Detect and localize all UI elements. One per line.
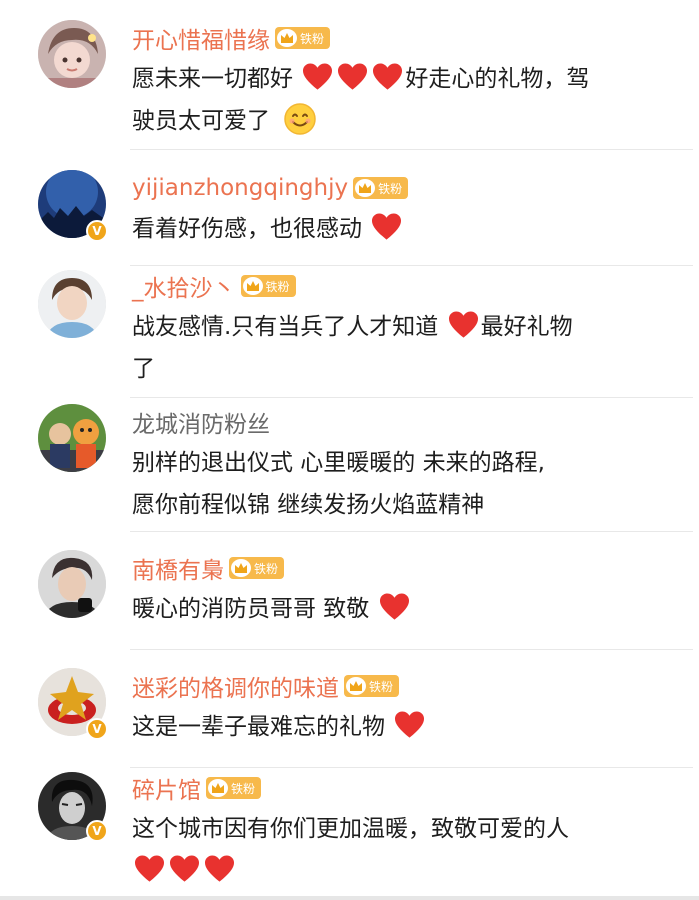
comment-text-line: 这个城市因有你们更加温暖，致敬可爱的人 bbox=[132, 808, 677, 850]
username[interactable]: 开心惜福惜缘 bbox=[132, 21, 270, 55]
comment-text: 愿未来一切都好 好走心的礼物，驾 驶员太可爱了 bbox=[132, 58, 677, 142]
fan-badge-label: 铁粉 bbox=[300, 31, 325, 46]
bottom-divider bbox=[0, 896, 699, 900]
fan-badge-label: 铁粉 bbox=[254, 561, 279, 576]
username[interactable]: 南橋有梟 bbox=[132, 551, 224, 585]
comment-text-span: 这是一辈子最难忘的礼物 bbox=[132, 714, 393, 740]
red-heart-icon bbox=[395, 711, 425, 738]
avatar[interactable] bbox=[38, 270, 106, 338]
avatar[interactable] bbox=[38, 550, 106, 618]
fan-badge[interactable]: 铁粉 bbox=[344, 675, 400, 697]
crown-icon bbox=[346, 677, 366, 695]
fan-badge-label: 铁粉 bbox=[369, 679, 394, 694]
comment-text-line: 这是一辈子最难忘的礼物 bbox=[132, 706, 677, 748]
comment-text-span: 看着好伤感，也很感动 bbox=[132, 216, 370, 242]
comment-text-span: 这个城市因有你们更加温暖，致敬可爱的人 bbox=[132, 816, 569, 842]
username[interactable]: 龙城消防粉丝 bbox=[132, 405, 270, 439]
username[interactable]: _水拾沙丶 bbox=[132, 269, 236, 303]
fan-badge-label: 铁粉 bbox=[378, 181, 403, 196]
comment-text-line: 战友感情.只有当兵了人才知道 最好礼物 bbox=[132, 306, 677, 348]
red-heart-icon bbox=[372, 213, 402, 240]
crown-icon bbox=[208, 779, 228, 797]
comment-item: 龙城消防粉丝 别样的退出仪式 心里暖暖的 未来的路程, 愿你前程似锦 继续发扬火… bbox=[0, 398, 699, 532]
comment-item: V 迷彩的格调你的味道 铁粉 这是一辈子最难忘的礼物 bbox=[0, 650, 699, 768]
avatar[interactable] bbox=[38, 404, 106, 472]
verified-v-icon: V bbox=[86, 220, 108, 242]
comment-text-span: 暖心的消防员哥哥 致敬 bbox=[132, 596, 377, 622]
red-heart-icon bbox=[448, 311, 478, 338]
red-heart-icon bbox=[379, 593, 409, 620]
comment-text: 暖心的消防员哥哥 致敬 bbox=[132, 588, 677, 630]
comment-text: 战友感情.只有当兵了人才知道 最好礼物 了 bbox=[132, 306, 677, 390]
comment-item: V 碎片馆 铁粉 这个城市因有你们更加温暖，致敬可爱的人 bbox=[0, 768, 699, 896]
comment-text-line: 别样的退出仪式 心里暖暖的 未来的路程, bbox=[132, 442, 677, 484]
comment-text-span: 最好礼物 bbox=[480, 314, 573, 340]
comment-text-span: 愿你前程似锦 继续发扬火焰蓝精神 bbox=[132, 492, 485, 518]
comment-text-span: 好走心的礼物，驾 bbox=[405, 66, 590, 92]
comment-text: 这是一辈子最难忘的礼物 bbox=[132, 706, 677, 748]
red-heart-icon bbox=[169, 855, 200, 882]
red-heart-icon bbox=[303, 63, 333, 90]
comment-text-line: 看着好伤感，也很感动 bbox=[132, 208, 677, 250]
comment-text-span: 了 bbox=[132, 356, 155, 382]
smiling-face-emoji-icon bbox=[284, 103, 317, 135]
comment-text: 这个城市因有你们更加温暖，致敬可爱的人 bbox=[132, 808, 677, 892]
crown-icon bbox=[355, 179, 376, 197]
comment-text-line bbox=[132, 850, 677, 892]
comment-text-line: 愿你前程似锦 继续发扬火焰蓝精神 bbox=[132, 484, 677, 526]
comment-item: 开心惜福惜缘 铁粉 愿未来一切都好 好走心的礼物，驾 驶员太可爱了 bbox=[0, 0, 699, 150]
avatar[interactable] bbox=[38, 20, 106, 88]
crown-icon bbox=[242, 277, 263, 295]
verified-v-icon: V bbox=[86, 718, 108, 740]
comment-item: 南橋有梟 铁粉 暖心的消防员哥哥 致敬 bbox=[0, 532, 699, 650]
fan-badge[interactable]: 铁粉 bbox=[275, 27, 331, 49]
red-heart-icon bbox=[204, 855, 235, 882]
comment-item: V yijianzhongqinghjy 铁粉 看着好伤感，也很感动 bbox=[0, 150, 699, 266]
username[interactable]: 碎片馆 bbox=[132, 771, 201, 805]
comment-text-span: 战友感情.只有当兵了人才知道 bbox=[132, 314, 446, 340]
username[interactable]: yijianzhongqinghjy bbox=[132, 175, 348, 201]
comment-text: 别样的退出仪式 心里暖暖的 未来的路程, 愿你前程似锦 继续发扬火焰蓝精神 bbox=[132, 442, 677, 526]
comment-text-span: 别样的退出仪式 心里暖暖的 未来的路程, bbox=[132, 450, 545, 476]
red-heart-icon bbox=[338, 63, 368, 90]
fan-badge[interactable]: 铁粉 bbox=[240, 275, 296, 297]
crown-icon bbox=[231, 559, 251, 577]
fan-badge[interactable]: 铁粉 bbox=[229, 557, 285, 579]
comment-text-line: 了 bbox=[132, 348, 677, 390]
comment-text-line: 愿未来一切都好 好走心的礼物，驾 bbox=[132, 58, 677, 100]
red-heart-icon bbox=[373, 63, 403, 90]
crown-icon bbox=[277, 29, 297, 47]
fan-badge[interactable]: 铁粉 bbox=[353, 177, 409, 199]
red-heart-icon bbox=[134, 855, 165, 882]
verified-v-icon: V bbox=[86, 820, 108, 842]
fan-badge-label: 铁粉 bbox=[265, 279, 290, 294]
comment-text: 看着好伤感，也很感动 bbox=[132, 208, 677, 250]
comment-list: 开心惜福惜缘 铁粉 愿未来一切都好 好走心的礼物，驾 驶员太可爱了 V yiji… bbox=[0, 0, 699, 900]
comment-item: _水拾沙丶 铁粉 战友感情.只有当兵了人才知道 最好礼物 了 bbox=[0, 266, 699, 398]
fan-badge[interactable]: 铁粉 bbox=[206, 777, 262, 799]
username[interactable]: 迷彩的格调你的味道 bbox=[132, 669, 339, 703]
comment-text-line: 驶员太可爱了 bbox=[132, 100, 677, 142]
comment-text-span: 愿未来一切都好 bbox=[132, 66, 301, 92]
comment-text-span: 驶员太可爱了 bbox=[132, 108, 270, 134]
fan-badge-label: 铁粉 bbox=[231, 781, 256, 796]
comment-text-line: 暖心的消防员哥哥 致敬 bbox=[132, 588, 677, 630]
